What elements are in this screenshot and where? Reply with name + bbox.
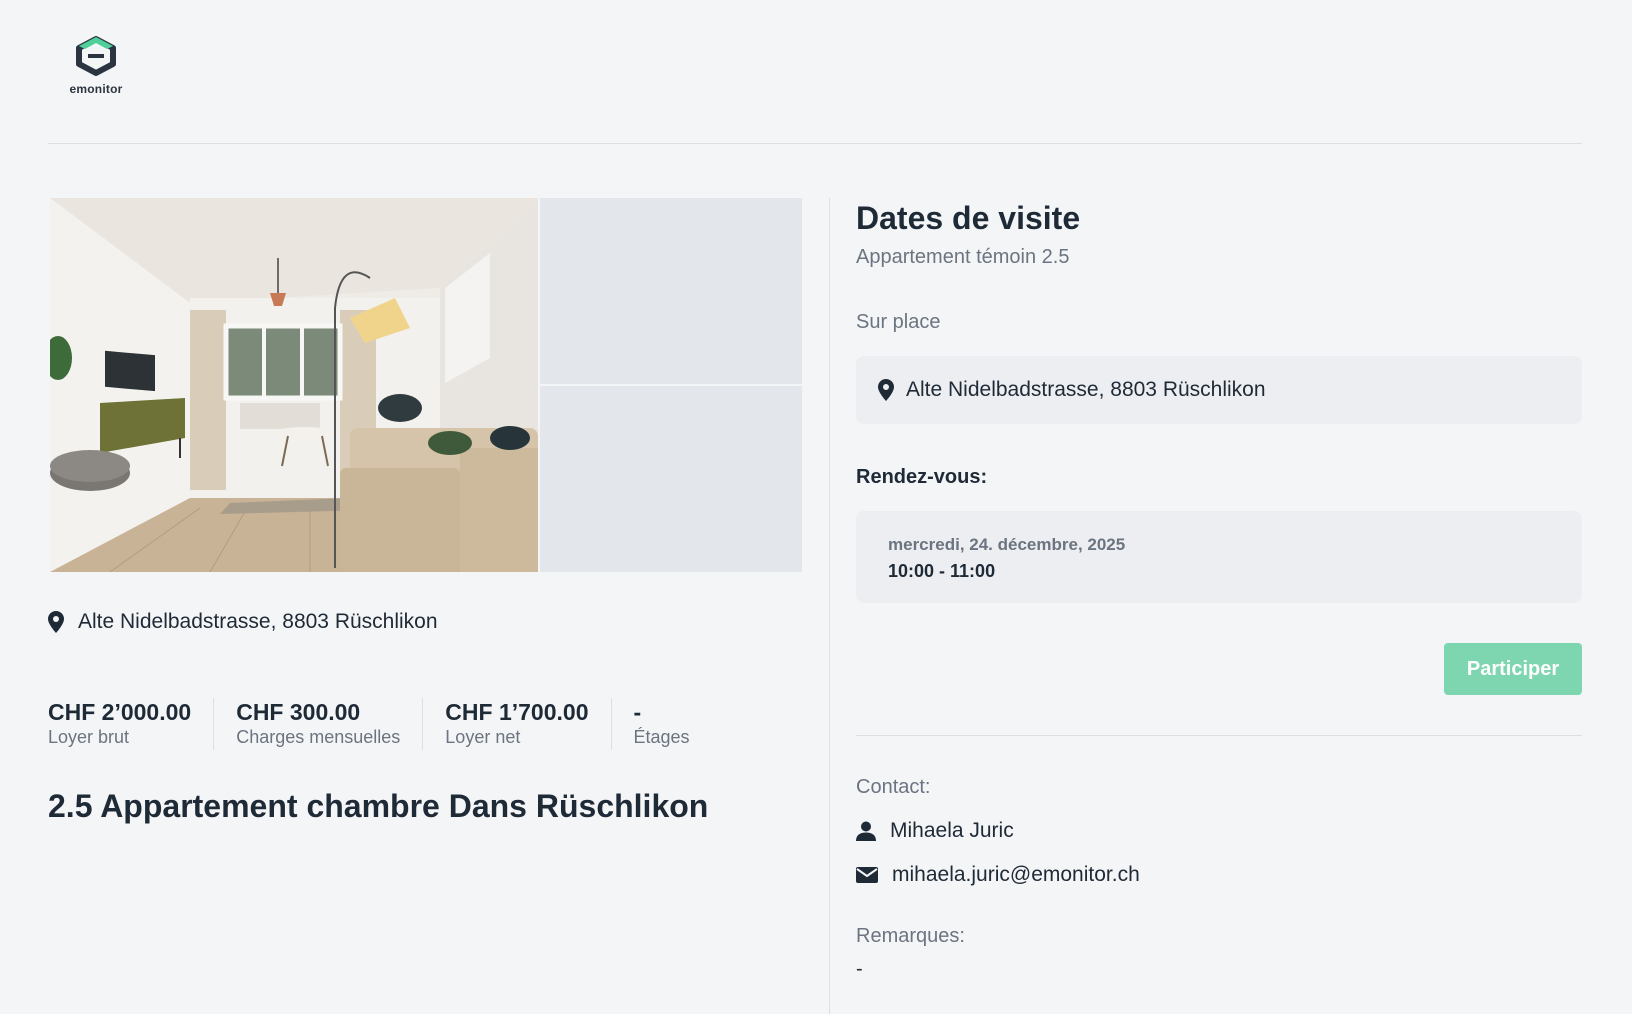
contact-label: Contact: — [856, 776, 931, 798]
photo-placeholder-top[interactable] — [540, 198, 802, 384]
visit-address-box: Alte Nidelbadstrasse, 8803 Rüschlikon — [856, 356, 1582, 424]
photo-placeholder-bottom[interactable] — [540, 386, 802, 572]
user-icon — [856, 821, 876, 841]
contact-email[interactable]: mihaela.juric@emonitor.ch — [892, 863, 1140, 887]
stat-value: CHF 2’000.00 — [48, 699, 192, 725]
slot-date: mercredi, 24. décembre, 2025 — [888, 535, 1126, 554]
header: emonitor — [48, 0, 1582, 144]
logo-text: emonitor — [69, 82, 123, 96]
location-pin-icon — [878, 379, 894, 401]
living-room-photo — [50, 198, 538, 572]
location-pin-icon — [48, 611, 64, 633]
contact-email-row: mihaela.juric@emonitor.ch — [856, 863, 1582, 887]
emonitor-logo-icon — [76, 36, 116, 76]
stat-net-rent: CHF 1’700.00 Loyer net — [445, 698, 612, 750]
stat-label: Loyer brut — [48, 727, 130, 747]
location-type: Sur place — [856, 311, 941, 333]
stat-value: - — [633, 699, 642, 725]
visit-panel: Dates de visite Appartement témoin 2.5 S… — [856, 198, 1582, 981]
photo-gallery — [50, 198, 802, 572]
participate-button[interactable]: Participer — [1444, 643, 1582, 695]
contact-name-row: Mihaela Juric — [856, 819, 1582, 843]
listing-address: Alte Nidelbadstrasse, 8803 Rüschlikon — [48, 610, 438, 634]
mail-icon — [856, 867, 878, 883]
listing-stats: CHF 2’000.00 Loyer brut CHF 300.00 Charg… — [48, 698, 712, 750]
visit-title: Dates de visite — [856, 200, 1081, 236]
slot-time: 10:00 - 11:00 — [888, 561, 996, 581]
stat-floors: - Étages — [634, 698, 712, 750]
visit-subtitle: Appartement témoin 2.5 — [856, 246, 1070, 268]
stat-monthly-charges: CHF 300.00 Charges mensuelles — [236, 698, 424, 750]
stat-label: Loyer net — [445, 727, 521, 747]
listing-address-text: Alte Nidelbadstrasse, 8803 Rüschlikon — [78, 610, 438, 633]
stat-gross-rent: CHF 2’000.00 Loyer brut — [48, 698, 215, 750]
stat-label: Charges mensuelles — [236, 727, 401, 747]
logo[interactable]: emonitor — [60, 34, 132, 96]
contact-name: Mihaela Juric — [890, 819, 1014, 842]
section-divider — [856, 735, 1582, 736]
visit-address-text: Alte Nidelbadstrasse, 8803 Rüschlikon — [906, 378, 1266, 401]
column-divider — [829, 198, 830, 1014]
remarks-value: - — [856, 958, 863, 980]
main-photo[interactable] — [50, 198, 538, 572]
stat-value: CHF 300.00 — [236, 699, 361, 725]
action-row: Participer — [856, 643, 1582, 695]
page: emonitor Alte Nidelbadstrasse, 8803 Rüsc… — [0, 0, 1632, 1014]
stat-value: CHF 1’700.00 — [445, 699, 589, 725]
remarks-label: Remarques: — [856, 925, 965, 947]
appointment-slot[interactable]: mercredi, 24. décembre, 2025 10:00 - 11:… — [856, 511, 1582, 603]
stat-label: Étages — [633, 727, 690, 747]
listing-title: 2.5 Appartement chambre Dans Rüschlikon — [48, 788, 709, 824]
appointment-label: Rendez-vous: — [856, 466, 988, 488]
